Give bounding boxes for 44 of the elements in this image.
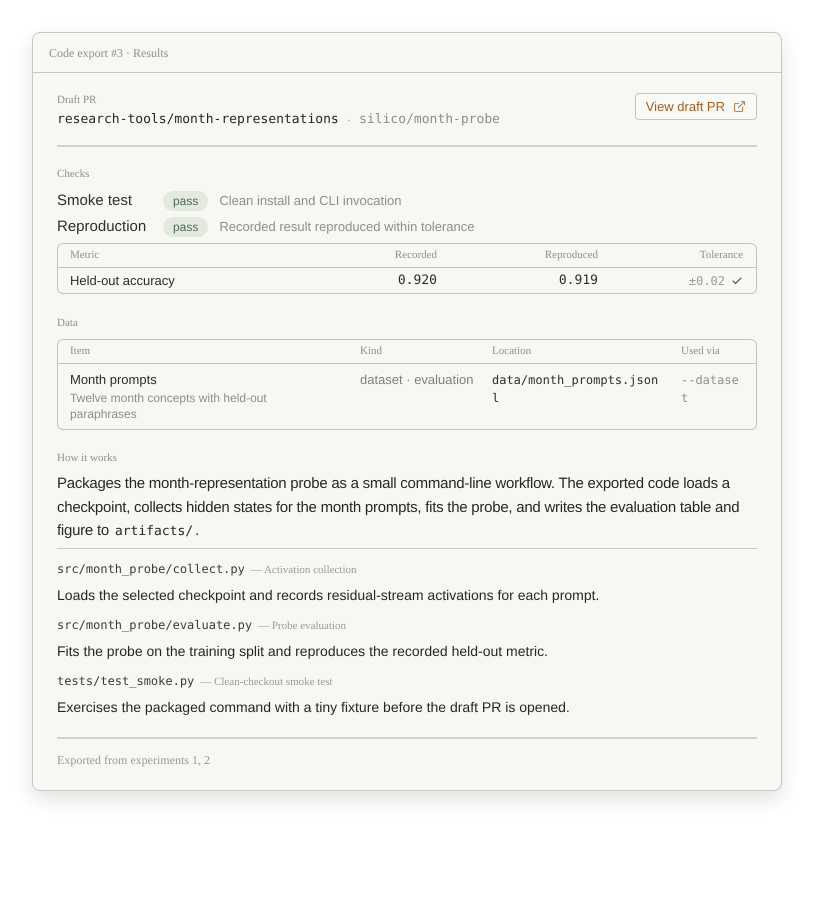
column-header: Reproduced bbox=[544, 248, 598, 264]
column-header: Kind bbox=[360, 344, 383, 360]
column-header: Metric bbox=[70, 248, 100, 264]
tolerance-value: ±0.02 bbox=[688, 272, 725, 290]
metric-name: Held-out accuracy bbox=[70, 272, 175, 290]
check-name: Smoke test bbox=[57, 190, 134, 211]
used-via-text: --dataset bbox=[681, 372, 740, 407]
file-note: — Clean-checkout smoke test bbox=[200, 674, 333, 690]
check-name: Reproduction bbox=[57, 216, 148, 237]
file-description: Exercises the packaged command with a tiny fixture before the draft PR is opened. bbox=[57, 698, 571, 716]
separator-dot: · bbox=[346, 111, 352, 129]
column-header: Location bbox=[492, 344, 532, 360]
recorded-value: 0.920 bbox=[398, 272, 437, 290]
file-note: — Activation collection bbox=[250, 562, 357, 578]
reproduced-value: 0.919 bbox=[558, 272, 598, 290]
item-location: data/month_prompts.jsonl bbox=[492, 372, 660, 407]
file-path: tests/test_smoke.py bbox=[57, 672, 194, 688]
section-label: Checks bbox=[57, 167, 90, 181]
status-badge: pass bbox=[163, 191, 208, 211]
column-header: Used via bbox=[681, 344, 721, 360]
external-link-icon bbox=[733, 100, 746, 113]
item-description: Twelve month concepts with held-out paraphrases bbox=[70, 390, 268, 422]
branch-name: silico/month-probe bbox=[359, 111, 500, 129]
footer-note: Exported from experiments 1, 2 bbox=[57, 752, 211, 768]
check-description: Clean install and CLI invocation bbox=[219, 192, 402, 210]
file-note: — Probe evaluation bbox=[258, 618, 346, 634]
column-header: Item bbox=[70, 344, 92, 360]
file-path: src/month_probe/collect.py bbox=[57, 560, 245, 576]
section-label: Draft PR bbox=[57, 93, 98, 107]
item-name: Month prompts bbox=[70, 371, 158, 389]
repository-path: research-tools/month-representations bbox=[57, 111, 339, 129]
check-description: Recorded result reproduced within tolerance bbox=[219, 218, 474, 236]
file-description: Loads the selected checkpoint and records residual-stream activations for each prompt. bbox=[57, 586, 600, 604]
column-header: Tolerance bbox=[700, 248, 743, 264]
status-badge: pass bbox=[163, 217, 208, 237]
section-label: Data bbox=[57, 316, 79, 330]
view-draft-pr-button[interactable]: View draft PR bbox=[634, 93, 757, 120]
section-label: How it works bbox=[57, 451, 118, 465]
column-header: Recorded bbox=[394, 248, 437, 264]
card-title: Code export #3 · Results bbox=[49, 44, 168, 62]
description-paragraph: Packages the month-representation probe as a small command-line workflow. The exported code loads a checkpoint, collects hidden states for the month prompts, fits the probe, and writes the evaluation table and figure to artifacts/. bbox=[57, 474, 740, 541]
file-path: src/month_probe/evaluate.py bbox=[57, 616, 252, 632]
item-kind: dataset · evaluation bbox=[360, 371, 474, 389]
file-description: Fits the probe on the training split and reproduces the recorded held-out metric. bbox=[57, 642, 550, 660]
